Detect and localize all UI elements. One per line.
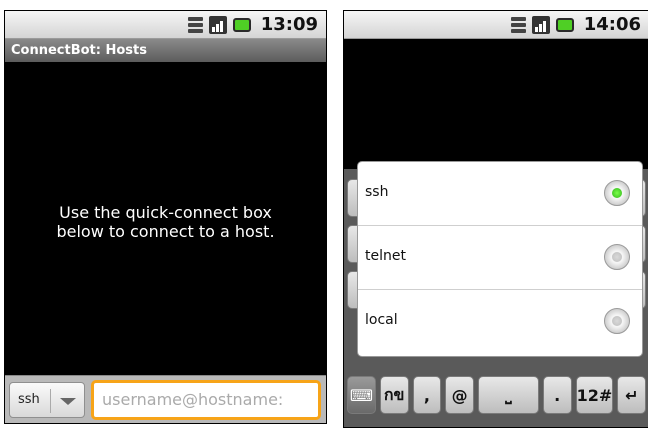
radio-selected-icon[interactable] bbox=[604, 180, 630, 206]
radio-unselected-icon[interactable] bbox=[604, 308, 630, 334]
status-bar: 13:09 bbox=[5, 11, 326, 39]
signal-icon bbox=[208, 15, 227, 34]
protocol-option-ssh[interactable]: ssh bbox=[358, 162, 642, 226]
comma-key[interactable]: , bbox=[412, 376, 442, 414]
quick-connect-bar: ssh username@hostname: bbox=[5, 375, 326, 423]
period-key[interactable]: . bbox=[542, 376, 572, 414]
protocol-spinner[interactable]: ssh bbox=[9, 382, 85, 418]
status-clock: 13:09 bbox=[260, 14, 318, 35]
symbols-key[interactable]: 12# bbox=[575, 376, 614, 414]
space-key[interactable]: ⎵ bbox=[478, 376, 539, 414]
protocol-option-local[interactable]: local bbox=[358, 290, 642, 354]
protocol-select-dialog: ssh telnet local bbox=[358, 162, 642, 356]
status-bar: 14:06 bbox=[344, 11, 648, 39]
protocol-option-telnet[interactable]: telnet bbox=[358, 226, 642, 290]
battery-icon bbox=[232, 17, 251, 32]
signal-icon bbox=[531, 15, 550, 34]
wifi-icon bbox=[187, 16, 203, 34]
keyboard-icon[interactable]: ⌨ bbox=[347, 376, 376, 414]
phone-screen-protocol-dialog: 14:06 ⌨ กข , @ ⎵ . 12# ↵ ssh telnet loca… bbox=[343, 10, 648, 428]
status-clock: 14:06 bbox=[583, 14, 641, 35]
wifi-icon bbox=[510, 16, 526, 34]
quick-connect-input[interactable]: username@hostname: bbox=[91, 380, 321, 420]
at-key[interactable]: @ bbox=[445, 376, 474, 414]
language-key[interactable]: กข bbox=[379, 376, 409, 414]
chevron-down-icon bbox=[60, 398, 76, 405]
enter-key[interactable]: ↵ bbox=[617, 376, 647, 414]
empty-hosts-message: Use the quick-connect box below to conne… bbox=[56, 203, 275, 241]
app-title: ConnectBot: Hosts bbox=[5, 39, 326, 62]
radio-unselected-icon[interactable] bbox=[604, 244, 630, 270]
battery-icon bbox=[555, 17, 574, 32]
protocol-spinner-label: ssh bbox=[18, 392, 40, 407]
phone-screen-hosts: 13:09 ConnectBot: Hosts Use the quick-co… bbox=[4, 10, 327, 424]
